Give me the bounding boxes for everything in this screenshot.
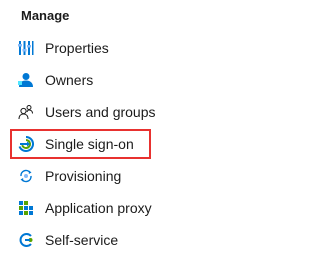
nav-item-provisioning[interactable]: Provisioning <box>0 160 256 192</box>
nav-item-label: Properties <box>45 40 109 56</box>
single-sign-on-icon <box>18 136 34 152</box>
application-proxy-icon <box>18 200 34 216</box>
nav-item-label: Single sign-on <box>45 136 134 152</box>
nav-item-label: Provisioning <box>45 168 122 184</box>
nav-item-properties[interactable]: Properties <box>0 32 256 64</box>
nav-item-label: Self-service <box>45 232 119 248</box>
nav-item-single-sign-on[interactable]: Single sign-on <box>0 128 256 160</box>
nav-item-application-proxy[interactable]: Application proxy <box>0 192 256 224</box>
self-service-icon <box>18 232 34 248</box>
nav-item-self-service[interactable]: Self-service <box>0 224 256 256</box>
manage-nav-list: Properties Owners Users and groups Singl… <box>0 32 256 256</box>
nav-item-users-and-groups[interactable]: Users and groups <box>0 96 256 128</box>
nav-item-owners[interactable]: Owners <box>0 64 256 96</box>
nav-item-label: Application proxy <box>45 200 152 216</box>
users-groups-icon <box>18 104 34 120</box>
nav-item-label: Users and groups <box>45 104 156 120</box>
properties-icon <box>18 40 34 56</box>
nav-item-label: Owners <box>45 72 94 88</box>
owners-icon <box>18 72 34 88</box>
provisioning-icon <box>18 168 34 184</box>
section-title: Manage <box>21 8 70 23</box>
